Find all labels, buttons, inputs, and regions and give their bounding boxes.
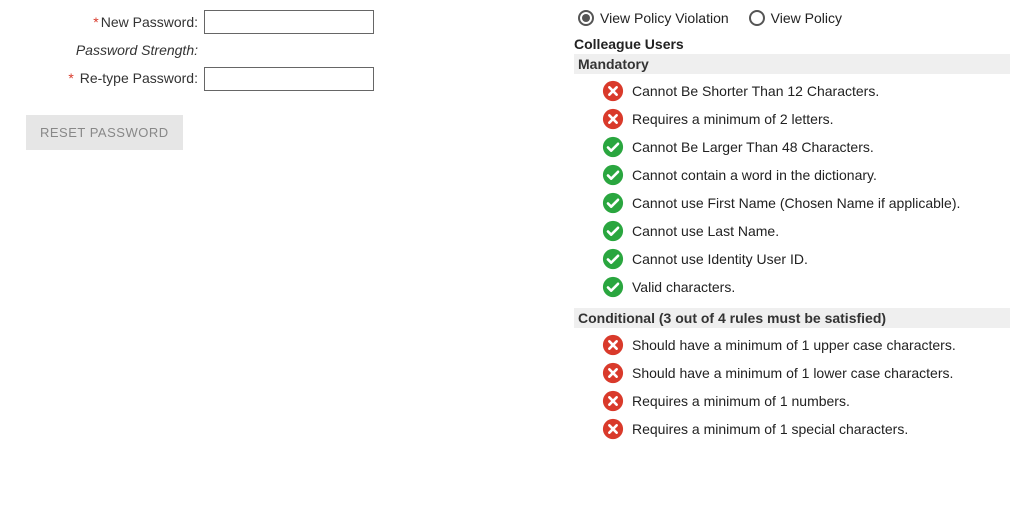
radio-label: View Policy Violation: [600, 10, 729, 26]
policy-rule-item: Should have a minimum of 1 upper case ch…: [602, 334, 1010, 356]
x-circle-icon: [602, 418, 624, 440]
policy-rule-item: Requires a minimum of 1 numbers.: [602, 390, 1010, 412]
policy-rule-text: Valid characters.: [632, 278, 735, 296]
radio-checked-icon: [578, 10, 594, 26]
x-circle-icon: [602, 80, 624, 102]
policy-rule-text: Should have a minimum of 1 lower case ch…: [632, 364, 953, 382]
policy-rule-text: Should have a minimum of 1 upper case ch…: [632, 336, 956, 354]
check-circle-icon: [602, 220, 624, 242]
policy-rule-text: Cannot use Last Name.: [632, 222, 779, 240]
view-policy-radio[interactable]: View Policy: [749, 10, 842, 26]
policy-rule-text: Cannot contain a word in the dictionary.: [632, 166, 877, 184]
policy-rule-item: Cannot use Identity User ID.: [602, 248, 1010, 270]
policy-rule-text: Cannot Be Larger Than 48 Characters.: [632, 138, 874, 156]
policy-rule-item: Cannot contain a word in the dictionary.: [602, 164, 1010, 186]
policy-rule-item: Valid characters.: [602, 276, 1010, 298]
password-strength-label: Password Strength:: [14, 42, 204, 59]
policy-rule-item: Should have a minimum of 1 lower case ch…: [602, 362, 1010, 384]
policy-rule-item: Cannot use Last Name.: [602, 220, 1010, 242]
reset-password-button[interactable]: RESET PASSWORD: [26, 115, 183, 150]
view-mode-radio-group: View Policy Violation View Policy: [574, 10, 1010, 26]
check-circle-icon: [602, 136, 624, 158]
new-password-input[interactable]: [204, 10, 374, 34]
policy-rule-item: Requires a minimum of 2 letters.: [602, 108, 1010, 130]
x-circle-icon: [602, 390, 624, 412]
policy-rule-text: Cannot use First Name (Chosen Name if ap…: [632, 194, 960, 212]
policy-rule-text: Cannot use Identity User ID.: [632, 250, 808, 268]
check-circle-icon: [602, 276, 624, 298]
x-circle-icon: [602, 108, 624, 130]
retype-password-label: * Re-type Password:: [14, 70, 204, 87]
policy-section-title: Colleague Users: [574, 36, 1010, 52]
view-policy-violation-radio[interactable]: View Policy Violation: [578, 10, 729, 26]
check-circle-icon: [602, 164, 624, 186]
radio-label: View Policy: [771, 10, 842, 26]
policy-rule-text: Requires a minimum of 2 letters.: [632, 110, 834, 128]
mandatory-heading: Mandatory: [574, 54, 1010, 74]
required-asterisk-icon: *: [68, 70, 73, 86]
check-circle-icon: [602, 192, 624, 214]
policy-rule-item: Cannot use First Name (Chosen Name if ap…: [602, 192, 1010, 214]
retype-password-input[interactable]: [204, 67, 374, 91]
new-password-label: *New Password:: [14, 14, 204, 31]
required-asterisk-icon: *: [93, 14, 98, 30]
check-circle-icon: [602, 248, 624, 270]
policy-rule-text: Cannot Be Shorter Than 12 Characters.: [632, 82, 879, 100]
policy-rule-item: Cannot Be Shorter Than 12 Characters.: [602, 80, 1010, 102]
policy-rule-item: Cannot Be Larger Than 48 Characters.: [602, 136, 1010, 158]
radio-unchecked-icon: [749, 10, 765, 26]
policy-rule-text: Requires a minimum of 1 special characte…: [632, 420, 908, 438]
conditional-heading: Conditional (3 out of 4 rules must be sa…: [574, 308, 1010, 328]
policy-rule-item: Requires a minimum of 1 special characte…: [602, 418, 1010, 440]
policy-rule-text: Requires a minimum of 1 numbers.: [632, 392, 850, 410]
x-circle-icon: [602, 334, 624, 356]
x-circle-icon: [602, 362, 624, 384]
